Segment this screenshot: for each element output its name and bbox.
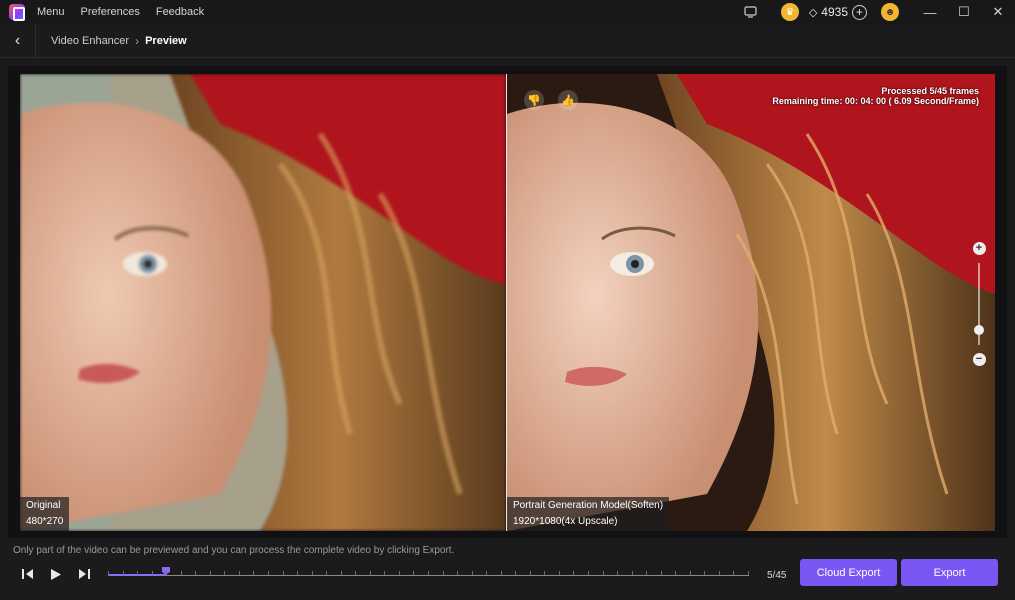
zoom-control: + − <box>971 242 987 366</box>
timeline-tick <box>326 571 327 575</box>
zoom-slider[interactable] <box>974 263 984 345</box>
remaining-time-text: Remaining time: 00: 04: 00 ( 6.09 Second… <box>772 96 979 106</box>
timeline-tick <box>501 571 502 575</box>
timeline-tick <box>443 571 444 575</box>
preview-stage: Original 480*270 👎 👍 Processed 5/45 fram… <box>8 66 1007 538</box>
timeline-tick <box>530 571 531 575</box>
timeline-tick <box>428 571 429 575</box>
credits-display: ◇ 4935 + <box>808 4 867 20</box>
previous-frame-icon[interactable] <box>18 564 38 584</box>
thumbs-down-icon[interactable]: 👎 <box>524 90 544 110</box>
timeline-tick <box>123 571 124 575</box>
timeline-tick <box>384 571 385 575</box>
timeline-tick <box>733 571 734 575</box>
enhanced-preview: 👎 👍 Processed 5/45 frames Remaining time… <box>507 74 995 531</box>
timeline-tick <box>617 571 618 575</box>
timeline-tick <box>704 571 705 575</box>
timeline-tick <box>268 571 269 575</box>
preferences-button[interactable]: Preferences <box>81 6 140 18</box>
timeline-tick <box>588 571 589 575</box>
timeline-tick <box>515 571 516 575</box>
thumbs-up-icon[interactable]: 👍 <box>558 90 578 110</box>
timeline-tick <box>355 571 356 575</box>
enhanced-frame-image <box>507 74 995 531</box>
app-logo-icon <box>9 4 25 21</box>
timeline-tick <box>312 571 313 575</box>
frame-counter: 5/45 <box>767 570 787 581</box>
timeline-tick <box>239 571 240 575</box>
timeline-tick <box>675 571 676 575</box>
preview-hint-text: Only part of the video can be previewed … <box>13 545 455 556</box>
minimize-icon[interactable]: — <box>913 0 947 24</box>
timeline-tick <box>399 571 400 575</box>
timeline-tick <box>210 571 211 575</box>
timeline-tick <box>166 571 167 575</box>
original-frame-image <box>20 74 506 531</box>
video-enhancer-window: Menu Preferences Feedback ♛ ◇ 4935 + ☻ —… <box>0 0 1015 600</box>
play-icon[interactable] <box>46 564 66 584</box>
timeline-tick <box>283 571 284 575</box>
diamond-icon: ◇ <box>808 6 818 19</box>
processed-frames-text: Processed 5/45 frames <box>881 86 979 96</box>
timeline-tick <box>253 571 254 575</box>
message-icon[interactable] <box>743 4 759 20</box>
timeline-tick <box>224 571 225 575</box>
playback-controls <box>18 564 102 584</box>
timeline-tick <box>486 571 487 575</box>
maximize-icon[interactable]: ☐ <box>947 0 981 24</box>
add-credits-icon[interactable]: + <box>852 4 867 20</box>
zoom-out-icon[interactable]: − <box>972 353 986 366</box>
timeline-tick <box>472 571 473 575</box>
timeline-tick <box>719 571 720 575</box>
title-bar-right: ♛ ◇ 4935 + ☻ — ☐ ✕ <box>743 0 1015 24</box>
original-info-tag: Original 480*270 <box>20 497 70 531</box>
timeline-tick <box>646 571 647 575</box>
credits-count: 4935 <box>821 5 848 19</box>
export-button[interactable]: Export <box>901 559 998 586</box>
back-icon[interactable]: ‹ <box>0 23 36 58</box>
timeline-tick <box>152 571 153 575</box>
enhanced-info-tag: Portrait Generation Model(Soften) 1920*1… <box>507 497 670 531</box>
zoom-slider-thumb[interactable] <box>974 325 984 335</box>
timeline-tick <box>195 571 196 575</box>
enhanced-resolution: 1920*1080(4x Upscale) <box>513 516 618 527</box>
original-label: Original <box>26 500 61 511</box>
feedback-button[interactable]: Feedback <box>156 6 204 18</box>
breadcrumb: ‹ Video Enhancer › Preview <box>0 23 1015 58</box>
timeline-tick <box>341 571 342 575</box>
timeline-tick <box>559 571 560 575</box>
timeline-tick <box>108 571 109 575</box>
cloud-export-button[interactable]: Cloud Export <box>800 559 897 586</box>
close-icon[interactable]: ✕ <box>981 0 1015 24</box>
timeline-tick <box>297 571 298 575</box>
timeline-tick <box>137 571 138 575</box>
timeline-tick <box>370 571 371 575</box>
timeline-tick <box>661 571 662 575</box>
timeline-tick <box>457 571 458 575</box>
chevron-right-icon: › <box>135 33 140 48</box>
menu-button[interactable]: Menu <box>37 6 65 18</box>
breadcrumb-video-enhancer[interactable]: Video Enhancer <box>51 35 129 47</box>
timeline-tick <box>413 571 414 575</box>
timeline-tick <box>632 571 633 575</box>
zoom-in-icon[interactable]: + <box>972 242 986 255</box>
original-preview: Original 480*270 <box>20 74 506 531</box>
original-resolution: 480*270 <box>26 516 64 527</box>
timeline-tick <box>544 571 545 575</box>
avatar[interactable]: ☻ <box>881 3 899 21</box>
timeline-tick <box>603 571 604 575</box>
timeline-track <box>108 575 749 576</box>
processing-status: Processed 5/45 frames Remaining time: 00… <box>772 86 979 106</box>
title-bar: Menu Preferences Feedback ♛ ◇ 4935 + ☻ —… <box>0 0 1015 24</box>
next-frame-icon[interactable] <box>74 564 94 584</box>
coin-icon[interactable]: ♛ <box>780 3 799 21</box>
timeline-tick <box>690 571 691 575</box>
frame-timeline[interactable] <box>108 566 749 582</box>
page-title: Preview <box>145 34 187 47</box>
timeline-tick <box>573 571 574 575</box>
timeline-tick <box>748 571 749 575</box>
timeline-tick <box>181 571 182 575</box>
model-label: Portrait Generation Model(Soften) <box>513 500 664 511</box>
